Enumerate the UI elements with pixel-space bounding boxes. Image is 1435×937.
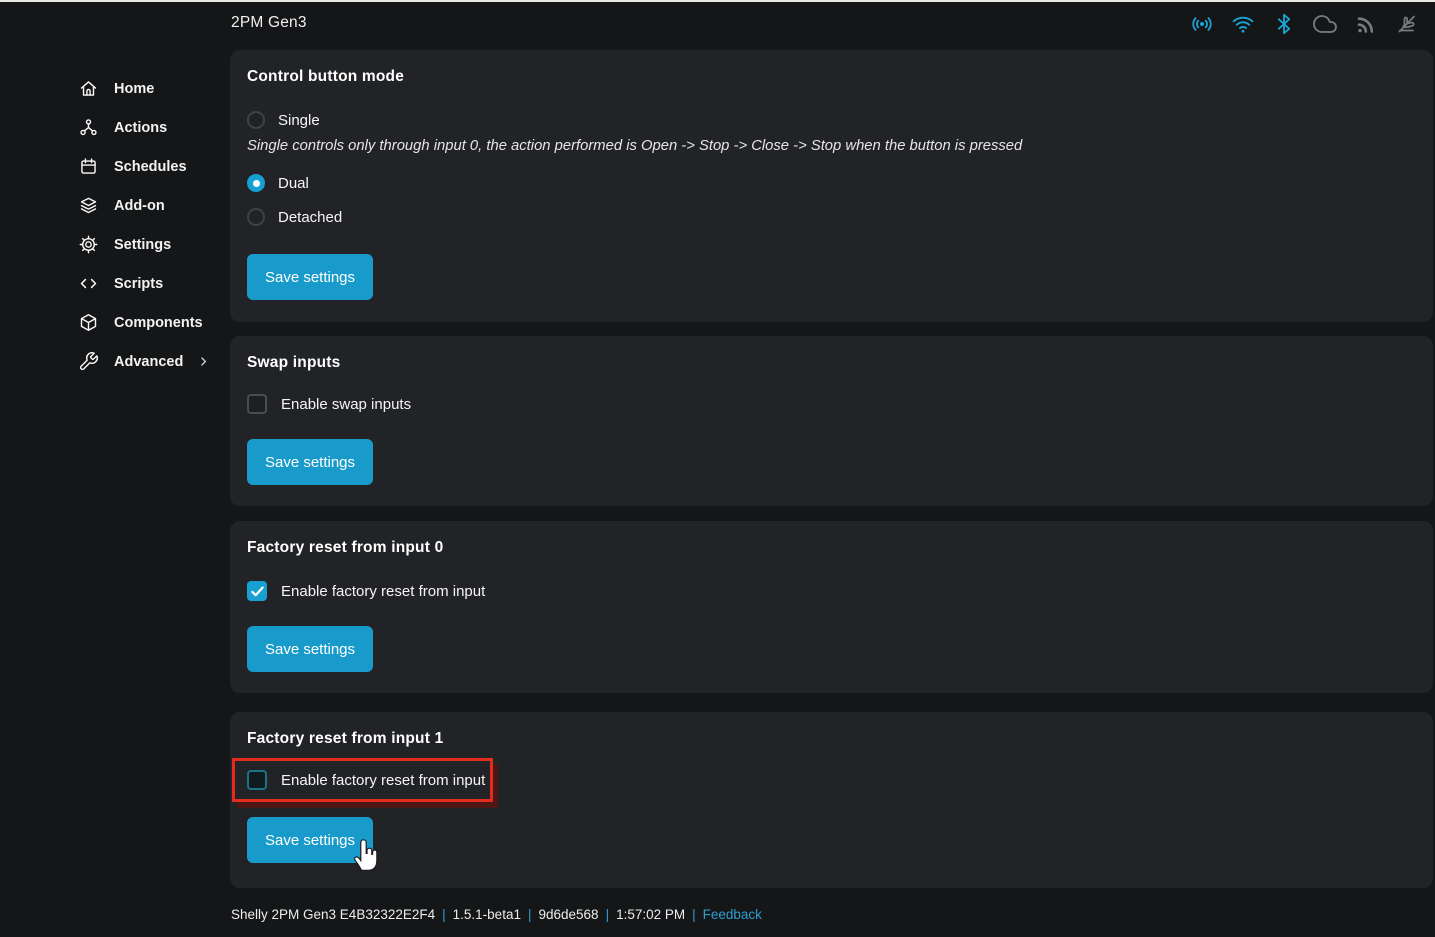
sidebar-label: Settings (114, 237, 171, 253)
gear-icon (78, 234, 99, 255)
cube-icon (78, 312, 99, 333)
radio-row-single: Single (247, 111, 1416, 129)
status-icons (1190, 12, 1419, 36)
section-title: Control button mode (247, 68, 1416, 86)
checkbox-label: Enable swap inputs (281, 396, 411, 413)
feedback-link[interactable]: Feedback (703, 907, 762, 922)
footer-device: Shelly 2PM Gen3 E4B32322E2F4 (231, 907, 435, 922)
radio-single[interactable] (247, 111, 265, 129)
footer-build: 9d6de568 (538, 907, 598, 922)
sidebar-item-actions[interactable]: Actions (0, 108, 230, 147)
sidebar-item-components[interactable]: Components (0, 303, 230, 342)
footer-time: 1:57:02 PM (616, 907, 685, 922)
save-settings-button[interactable]: Save settings (247, 439, 373, 485)
sidebar-label: Schedules (114, 159, 187, 175)
topbar: 2PM Gen3 (0, 2, 1435, 48)
single-mode-hint: Single controls only through input 0, th… (247, 137, 1416, 155)
sidebar-label: Add-on (114, 198, 165, 214)
sidebar-item-scripts[interactable]: Scripts (0, 264, 230, 303)
radio-dual[interactable] (247, 174, 265, 192)
section-title: Factory reset from input 0 (247, 539, 1416, 557)
chevron-right-icon (197, 355, 210, 368)
calendar-icon (78, 156, 99, 177)
sidebar-item-settings[interactable]: Settings (0, 225, 230, 264)
radio-label: Single (278, 112, 320, 129)
sidebar-label: Actions (114, 120, 167, 136)
radio-label: Detached (278, 209, 342, 226)
footer-separator: | (692, 907, 696, 922)
footer-separator: | (606, 907, 610, 922)
card-factory-reset-input1: Factory reset from input 1 Enable factor… (230, 712, 1433, 888)
save-settings-button[interactable]: Save settings (247, 254, 373, 300)
footer-separator: | (442, 907, 446, 922)
home-icon (78, 78, 99, 99)
footer-version: 1.5.1-beta1 (453, 907, 521, 922)
wrench-icon (78, 351, 99, 372)
sidebar-item-add-on[interactable]: Add-on (0, 186, 230, 225)
card-control-button-mode: Control button mode Single Single contro… (230, 50, 1433, 322)
checkbox-label: Enable factory reset from input (281, 772, 485, 789)
checkbox-row-factory-reset-0: Enable factory reset from input (247, 581, 1416, 601)
sidebar-label: Components (114, 315, 203, 331)
sidebar-label: Home (114, 81, 154, 97)
device-title: 2PM Gen3 (231, 14, 307, 32)
footer: Shelly 2PM Gen3 E4B32322E2F4 | 1.5.1-bet… (231, 905, 762, 923)
code-icon (78, 273, 99, 294)
section-title: Factory reset from input 1 (247, 730, 1416, 748)
red-highlight-box: Enable factory reset from input (232, 758, 493, 802)
hand-access-icon (1395, 12, 1419, 36)
sidebar-label: Scripts (114, 276, 163, 292)
factory-reset-0-checkbox[interactable] (247, 581, 267, 601)
save-settings-button[interactable]: Save settings (247, 626, 373, 672)
sidebar-item-advanced[interactable]: Advanced (0, 342, 230, 381)
wifi-icon (1231, 12, 1255, 36)
bluetooth-icon (1272, 12, 1296, 36)
factory-reset-1-checkbox[interactable] (247, 770, 267, 790)
sidebar-item-home[interactable]: Home (0, 69, 230, 108)
checkbox-row-factory-reset-1: Enable factory reset from input (247, 770, 485, 790)
checkbox-label: Enable factory reset from input (281, 583, 485, 600)
sidebar-item-schedules[interactable]: Schedules (0, 147, 230, 186)
swap-inputs-checkbox[interactable] (247, 394, 267, 414)
radio-row-detached: Detached (247, 208, 1416, 226)
radio-label: Dual (278, 175, 309, 192)
save-settings-button[interactable]: Save settings (247, 817, 373, 863)
layers-icon (78, 195, 99, 216)
app-window: 2PM Gen3 (0, 0, 1435, 937)
sidebar-label: Advanced (114, 354, 183, 370)
footer-separator: | (528, 907, 532, 922)
card-factory-reset-input0: Factory reset from input 0 Enable factor… (230, 521, 1433, 693)
sidebar: Home Actions Schedules (0, 48, 230, 937)
radio-row-dual: Dual (247, 174, 1416, 192)
cloud-icon (1313, 12, 1337, 36)
checkbox-row-swap-inputs: Enable swap inputs (247, 394, 1416, 414)
radio-detached[interactable] (247, 208, 265, 226)
actions-icon (78, 117, 99, 138)
section-title: Swap inputs (247, 354, 1416, 372)
mqtt-icon (1354, 12, 1378, 36)
card-swap-inputs: Swap inputs Enable swap inputs Save sett… (230, 336, 1433, 506)
access-point-icon (1190, 12, 1214, 36)
